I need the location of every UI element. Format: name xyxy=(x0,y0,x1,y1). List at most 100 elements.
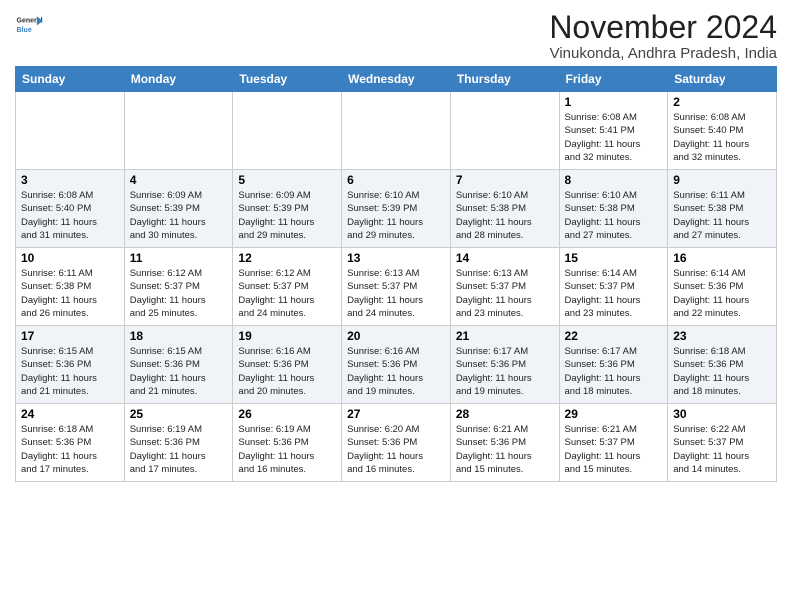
weekday-header-sunday: Sunday xyxy=(16,67,125,92)
calendar-cell: 21 Sunrise: 6:17 AM Sunset: 5:36 PM Dayli… xyxy=(450,326,559,404)
day-info: Sunrise: 6:17 AM Sunset: 5:36 PM Dayligh… xyxy=(456,345,554,398)
day-number: 12 xyxy=(238,251,336,265)
weekday-header-wednesday: Wednesday xyxy=(342,67,451,92)
day-number: 23 xyxy=(673,329,771,343)
day-info: Sunrise: 6:16 AM Sunset: 5:36 PM Dayligh… xyxy=(238,345,336,398)
day-number: 21 xyxy=(456,329,554,343)
day-number: 16 xyxy=(673,251,771,265)
calendar-cell: 15 Sunrise: 6:14 AM Sunset: 5:37 PM Dayli… xyxy=(559,248,668,326)
day-number: 5 xyxy=(238,173,336,187)
calendar-cell: 6 Sunrise: 6:10 AM Sunset: 5:39 PM Daylig… xyxy=(342,170,451,248)
day-info: Sunrise: 6:17 AM Sunset: 5:36 PM Dayligh… xyxy=(565,345,663,398)
week-row-1: 1 Sunrise: 6:08 AM Sunset: 5:41 PM Daylig… xyxy=(16,92,777,170)
day-info: Sunrise: 6:15 AM Sunset: 5:36 PM Dayligh… xyxy=(21,345,119,398)
day-number: 9 xyxy=(673,173,771,187)
day-number: 29 xyxy=(565,407,663,421)
day-info: Sunrise: 6:19 AM Sunset: 5:36 PM Dayligh… xyxy=(238,423,336,476)
day-info: Sunrise: 6:09 AM Sunset: 5:39 PM Dayligh… xyxy=(238,189,336,242)
day-number: 6 xyxy=(347,173,445,187)
month-title: November 2024 xyxy=(549,10,777,45)
calendar-cell: 8Sunrise: 6:10 AM Sunset: 5:38 PM Daylig… xyxy=(559,170,668,248)
calendar-cell: 16 Sunrise: 6:14 AM Sunset: 5:36 PM Dayli… xyxy=(668,248,777,326)
day-number: 11 xyxy=(130,251,228,265)
day-info: Sunrise: 6:08 AM Sunset: 5:40 PM Dayligh… xyxy=(673,111,771,164)
week-row-5: 24 Sunrise: 6:18 AM Sunset: 5:36 PM Dayli… xyxy=(16,404,777,482)
day-info: Sunrise: 6:16 AM Sunset: 5:36 PM Dayligh… xyxy=(347,345,445,398)
calendar-cell: 28Sunrise: 6:21 AM Sunset: 5:36 PM Dayli… xyxy=(450,404,559,482)
day-info: Sunrise: 6:21 AM Sunset: 5:37 PM Dayligh… xyxy=(565,423,663,476)
day-info: Sunrise: 6:09 AM Sunset: 5:39 PM Dayligh… xyxy=(130,189,228,242)
day-info: Sunrise: 6:13 AM Sunset: 5:37 PM Dayligh… xyxy=(456,267,554,320)
week-row-3: 10 Sunrise: 6:11 AM Sunset: 5:38 PM Dayli… xyxy=(16,248,777,326)
calendar-cell: 23 Sunrise: 6:18 AM Sunset: 5:36 PM Dayli… xyxy=(668,326,777,404)
logo-icon: General Blue xyxy=(15,10,43,38)
day-number: 3 xyxy=(21,173,119,187)
day-info: Sunrise: 6:18 AM Sunset: 5:36 PM Dayligh… xyxy=(21,423,119,476)
svg-text:Blue: Blue xyxy=(17,27,32,34)
week-row-2: 3Sunrise: 6:08 AM Sunset: 5:40 PM Daylig… xyxy=(16,170,777,248)
calendar-cell: 22 Sunrise: 6:17 AM Sunset: 5:36 PM Dayli… xyxy=(559,326,668,404)
weekday-header-monday: Monday xyxy=(124,67,233,92)
day-number: 20 xyxy=(347,329,445,343)
day-number: 19 xyxy=(238,329,336,343)
day-number: 14 xyxy=(456,251,554,265)
calendar-cell: 5 Sunrise: 6:09 AM Sunset: 5:39 PM Daylig… xyxy=(233,170,342,248)
calendar-cell: 10 Sunrise: 6:11 AM Sunset: 5:38 PM Dayli… xyxy=(16,248,125,326)
day-number: 22 xyxy=(565,329,663,343)
weekday-header-saturday: Saturday xyxy=(668,67,777,92)
day-number: 7 xyxy=(456,173,554,187)
calendar-cell: 7Sunrise: 6:10 AM Sunset: 5:38 PM Daylig… xyxy=(450,170,559,248)
calendar-cell: 4 Sunrise: 6:09 AM Sunset: 5:39 PM Daylig… xyxy=(124,170,233,248)
calendar-cell xyxy=(16,92,125,170)
day-info: Sunrise: 6:11 AM Sunset: 5:38 PM Dayligh… xyxy=(21,267,119,320)
day-number: 30 xyxy=(673,407,771,421)
calendar-cell: 12 Sunrise: 6:12 AM Sunset: 5:37 PM Dayli… xyxy=(233,248,342,326)
calendar-cell: 2Sunrise: 6:08 AM Sunset: 5:40 PM Daylig… xyxy=(668,92,777,170)
logo: General Blue xyxy=(15,10,43,38)
day-info: Sunrise: 6:08 AM Sunset: 5:41 PM Dayligh… xyxy=(565,111,663,164)
day-number: 25 xyxy=(130,407,228,421)
day-info: Sunrise: 6:13 AM Sunset: 5:37 PM Dayligh… xyxy=(347,267,445,320)
day-info: Sunrise: 6:12 AM Sunset: 5:37 PM Dayligh… xyxy=(130,267,228,320)
day-info: Sunrise: 6:12 AM Sunset: 5:37 PM Dayligh… xyxy=(238,267,336,320)
calendar-cell xyxy=(124,92,233,170)
week-row-4: 17 Sunrise: 6:15 AM Sunset: 5:36 PM Dayli… xyxy=(16,326,777,404)
calendar-cell: 1 Sunrise: 6:08 AM Sunset: 5:41 PM Daylig… xyxy=(559,92,668,170)
calendar-cell: 3Sunrise: 6:08 AM Sunset: 5:40 PM Daylig… xyxy=(16,170,125,248)
title-area: November 2024 Vinukonda, Andhra Pradesh,… xyxy=(549,10,777,62)
day-number: 28 xyxy=(456,407,554,421)
day-number: 4 xyxy=(130,173,228,187)
weekday-header-tuesday: Tuesday xyxy=(233,67,342,92)
day-info: Sunrise: 6:20 AM Sunset: 5:36 PM Dayligh… xyxy=(347,423,445,476)
day-info: Sunrise: 6:14 AM Sunset: 5:37 PM Dayligh… xyxy=(565,267,663,320)
day-number: 18 xyxy=(130,329,228,343)
calendar-cell: 29 Sunrise: 6:21 AM Sunset: 5:37 PM Dayli… xyxy=(559,404,668,482)
day-info: Sunrise: 6:14 AM Sunset: 5:36 PM Dayligh… xyxy=(673,267,771,320)
calendar-cell: 27Sunrise: 6:20 AM Sunset: 5:36 PM Dayli… xyxy=(342,404,451,482)
day-info: Sunrise: 6:10 AM Sunset: 5:38 PM Dayligh… xyxy=(565,189,663,242)
calendar-cell: 30 Sunrise: 6:22 AM Sunset: 5:37 PM Dayli… xyxy=(668,404,777,482)
day-number: 13 xyxy=(347,251,445,265)
day-number: 24 xyxy=(21,407,119,421)
calendar-cell xyxy=(233,92,342,170)
day-number: 1 xyxy=(565,95,663,109)
calendar-cell: 18 Sunrise: 6:15 AM Sunset: 5:36 PM Dayli… xyxy=(124,326,233,404)
day-info: Sunrise: 6:22 AM Sunset: 5:37 PM Dayligh… xyxy=(673,423,771,476)
day-info: Sunrise: 6:15 AM Sunset: 5:36 PM Dayligh… xyxy=(130,345,228,398)
day-number: 10 xyxy=(21,251,119,265)
weekday-header-row: SundayMondayTuesdayWednesdayThursdayFrid… xyxy=(16,67,777,92)
calendar-cell: 25 Sunrise: 6:19 AM Sunset: 5:36 PM Dayli… xyxy=(124,404,233,482)
day-info: Sunrise: 6:11 AM Sunset: 5:38 PM Dayligh… xyxy=(673,189,771,242)
day-number: 17 xyxy=(21,329,119,343)
day-info: Sunrise: 6:19 AM Sunset: 5:36 PM Dayligh… xyxy=(130,423,228,476)
day-number: 15 xyxy=(565,251,663,265)
day-info: Sunrise: 6:18 AM Sunset: 5:36 PM Dayligh… xyxy=(673,345,771,398)
calendar-cell: 20 Sunrise: 6:16 AM Sunset: 5:36 PM Dayli… xyxy=(342,326,451,404)
weekday-header-friday: Friday xyxy=(559,67,668,92)
calendar-cell xyxy=(342,92,451,170)
calendar-cell: 14 Sunrise: 6:13 AM Sunset: 5:37 PM Dayli… xyxy=(450,248,559,326)
day-info: Sunrise: 6:10 AM Sunset: 5:39 PM Dayligh… xyxy=(347,189,445,242)
weekday-header-thursday: Thursday xyxy=(450,67,559,92)
calendar-cell: 9 Sunrise: 6:11 AM Sunset: 5:38 PM Daylig… xyxy=(668,170,777,248)
calendar-cell: 13 Sunrise: 6:13 AM Sunset: 5:37 PM Dayli… xyxy=(342,248,451,326)
